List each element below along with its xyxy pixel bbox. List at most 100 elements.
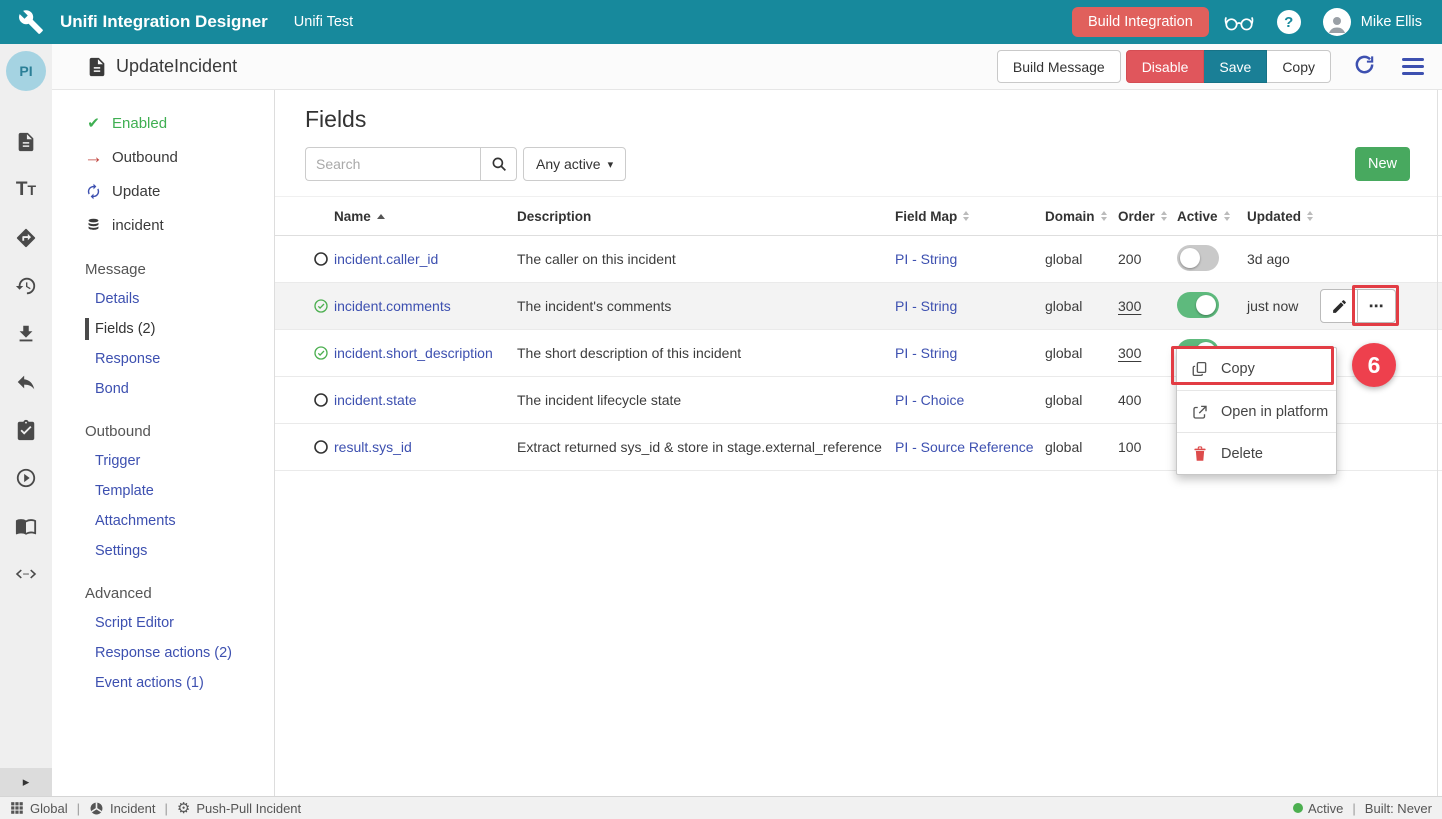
copy-button[interactable]: Copy <box>1267 50 1331 83</box>
sort-ascending-icon <box>377 214 385 219</box>
record-title-group: UpdateIncident <box>86 56 237 78</box>
nav-link-template[interactable]: Template <box>85 476 274 506</box>
document-icon <box>86 56 108 78</box>
user-menu[interactable]: Mike Ellis <box>1323 8 1422 36</box>
nav-link-response-actions[interactable]: Response actions (2) <box>85 638 274 668</box>
nav-link-fields[interactable]: Fields (2) <box>85 314 274 344</box>
column-header-order[interactable]: Order <box>1118 209 1177 224</box>
field-description: The incident lifecycle state <box>517 392 895 408</box>
nav-section-title: Message <box>85 254 274 284</box>
integration-avatar[interactable]: PI <box>6 51 46 91</box>
active-toggle[interactable] <box>1177 245 1219 271</box>
left-nav: ✔ Enabled → Outbound Update incident Mes… <box>52 90 275 796</box>
column-header-field-map[interactable]: Field Map <box>895 209 1045 224</box>
column-header-name[interactable]: Name <box>334 209 517 224</box>
nav-link-attachments[interactable]: Attachments <box>85 506 274 536</box>
sync-icon <box>85 183 102 200</box>
check-icon: ✔ <box>85 115 102 132</box>
search-input[interactable] <box>305 147 480 181</box>
history-icon[interactable] <box>2 262 50 310</box>
field-domain: global <box>1045 392 1118 408</box>
status-empty-icon <box>313 392 334 408</box>
nav-link-event-actions[interactable]: Event actions (1) <box>85 668 274 698</box>
nav-link-trigger[interactable]: Trigger <box>85 446 274 476</box>
field-name-link[interactable]: incident.comments <box>334 298 451 314</box>
edit-button[interactable] <box>1320 289 1358 323</box>
field-map-link[interactable]: PI - String <box>895 298 957 314</box>
download-icon[interactable] <box>2 310 50 358</box>
field-updated: 3d ago <box>1247 251 1337 267</box>
arrow-right-icon: → <box>85 149 102 166</box>
reply-icon[interactable] <box>2 358 50 406</box>
context-menu-open-in-platform[interactable]: Open in platform <box>1177 390 1336 432</box>
new-field-button[interactable]: New <box>1355 147 1410 181</box>
field-name-link[interactable]: incident.state <box>334 392 417 408</box>
status-empty-icon <box>313 439 334 455</box>
status-empty-icon <box>313 251 334 267</box>
nav-link-response[interactable]: Response <box>85 344 274 374</box>
nav-item-outbound[interactable]: → Outbound <box>85 140 274 174</box>
field-domain: global <box>1045 439 1118 455</box>
file-icon[interactable] <box>2 118 50 166</box>
nav-link-settings[interactable]: Settings <box>85 536 274 566</box>
tasks-icon[interactable] <box>2 406 50 454</box>
preview-glasses-icon[interactable] <box>1223 12 1255 33</box>
active-filter-dropdown[interactable]: Any active ▾ <box>523 147 626 181</box>
environment-name[interactable]: Unifi Test <box>294 14 353 30</box>
directions-icon[interactable] <box>2 214 50 262</box>
refresh-icon[interactable] <box>1353 53 1376 81</box>
nav-item-update[interactable]: Update <box>85 174 274 208</box>
column-header-active[interactable]: Active <box>1177 209 1247 224</box>
column-header-updated[interactable]: Updated <box>1247 209 1337 224</box>
build-message-button[interactable]: Build Message <box>997 50 1121 83</box>
table-item[interactable]: Incident <box>89 801 156 816</box>
scope-item[interactable]: Global <box>10 801 68 816</box>
field-domain: global <box>1045 298 1118 314</box>
docs-book-icon[interactable] <box>2 502 50 550</box>
more-options-button[interactable]: ⋯ <box>1358 289 1396 323</box>
text-format-icon[interactable]: TT <box>2 166 50 214</box>
database-icon <box>85 217 102 234</box>
integration-item[interactable]: ⚙ Push-Pull Incident <box>177 801 301 816</box>
nav-item-incident[interactable]: incident <box>85 208 274 242</box>
search-button[interactable] <box>480 147 517 181</box>
sort-icon <box>1307 211 1313 221</box>
column-header-description[interactable]: Description <box>517 209 895 224</box>
status-bar: Global | Incident | ⚙ Push-Pull Incident… <box>0 796 1442 819</box>
page-title: Fields <box>305 106 1410 133</box>
nav-link-bond[interactable]: Bond <box>85 374 274 404</box>
field-name-link[interactable]: result.sys_id <box>334 439 412 455</box>
nav-section-title: Advanced <box>85 578 274 608</box>
nav-link-script-editor[interactable]: Script Editor <box>85 608 274 638</box>
help-icon[interactable]: ? <box>1277 10 1301 34</box>
application-icon <box>89 801 104 816</box>
nav-section-outbound: Outbound Trigger Template Attachments Se… <box>85 416 274 566</box>
field-map-link[interactable]: PI - Choice <box>895 392 964 408</box>
context-menu-delete[interactable]: Delete <box>1177 432 1336 474</box>
field-map-link[interactable]: PI - String <box>895 345 957 361</box>
field-domain: global <box>1045 345 1118 361</box>
field-map-link[interactable]: PI - String <box>895 251 957 267</box>
code-icon[interactable] <box>2 550 50 598</box>
play-icon[interactable] <box>2 454 50 502</box>
active-toggle[interactable] <box>1177 292 1219 318</box>
annotation-step-badge: 6 <box>1352 343 1396 387</box>
field-name-link[interactable]: incident.short_description <box>334 345 493 361</box>
icon-rail: TT ▸ <box>0 44 52 796</box>
context-menu-copy[interactable]: Copy <box>1177 348 1336 390</box>
nav-item-enabled[interactable]: ✔ Enabled <box>85 106 274 140</box>
field-map-link[interactable]: PI - Source Reference <box>895 439 1034 455</box>
field-order: 200 <box>1118 251 1141 267</box>
disable-button[interactable]: Disable <box>1126 50 1205 83</box>
nav-link-details[interactable]: Details <box>85 284 274 314</box>
column-header-domain[interactable]: Domain <box>1045 209 1118 224</box>
built-status-label: Built: Never <box>1365 801 1432 816</box>
save-button[interactable]: Save <box>1204 50 1267 83</box>
build-integration-button[interactable]: Build Integration <box>1072 7 1209 37</box>
field-name-link[interactable]: incident.caller_id <box>334 251 438 267</box>
field-domain: global <box>1045 251 1118 267</box>
menu-icon[interactable] <box>1402 58 1424 75</box>
wrench-icon <box>18 9 44 35</box>
collapse-rail-button[interactable]: ▸ <box>0 768 52 796</box>
chevron-right-icon: ▸ <box>23 774 30 790</box>
